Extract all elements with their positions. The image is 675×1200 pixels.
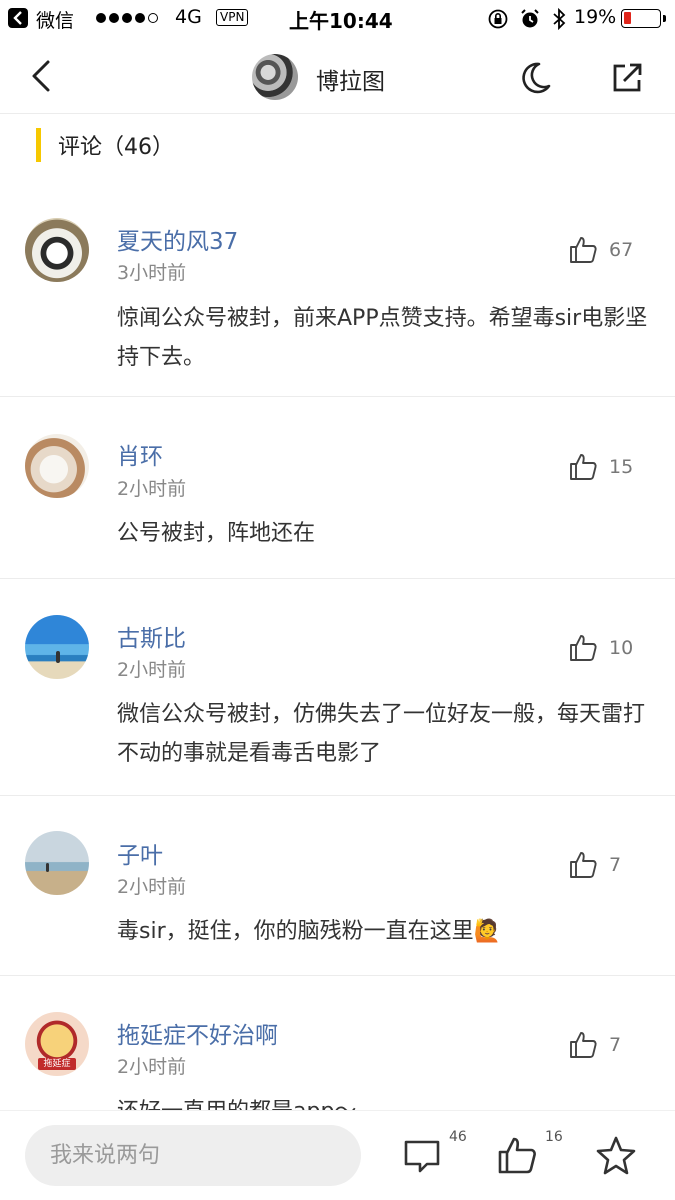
avatar[interactable] xyxy=(25,831,89,895)
comment-time: 2小时前 xyxy=(117,876,187,898)
like-button[interactable]: 7 xyxy=(568,1028,658,1062)
comment-text: 惊闻公众号被封，前来APP点赞支持。希望毒sir电影坚持下去。 xyxy=(117,306,648,370)
status-app-name[interactable]: 微信 xyxy=(36,6,74,33)
comments-section-header: 评论（46） xyxy=(36,128,174,162)
star-icon[interactable] xyxy=(595,1135,637,1177)
comment-username[interactable]: 拖延症不好治啊 xyxy=(117,1016,278,1050)
comment-username[interactable]: 肖环 xyxy=(117,437,163,471)
comments-title: 评论（46） xyxy=(58,135,174,160)
comment-time: 2小时前 xyxy=(117,478,187,500)
comment-username[interactable]: 夏天的风37 xyxy=(117,222,238,256)
comment-item: 子叶 2小时前 7 毒sir，挺住，你的脑残粉一直在这里🙋 xyxy=(0,796,675,976)
comment-item: 肖环 2小时前 15 公号被封，阵地还在 xyxy=(0,397,675,579)
moon-icon[interactable] xyxy=(517,60,553,96)
status-icons xyxy=(487,7,567,31)
like-icon xyxy=(570,1032,597,1058)
avatar[interactable]: 拖延症 xyxy=(25,1012,89,1076)
comment-time: 3小时前 xyxy=(117,262,187,284)
back-icon[interactable] xyxy=(28,58,58,94)
comment-icon[interactable] xyxy=(401,1135,443,1177)
author-avatar[interactable] xyxy=(252,54,298,100)
alarm-icon xyxy=(521,9,539,28)
like-button[interactable]: 15 xyxy=(568,450,658,484)
bluetooth-icon xyxy=(553,7,566,31)
comment-username[interactable]: 子叶 xyxy=(117,836,163,870)
comment-item: 夏天的风37 3小时前 67 惊闻公众号被封，前来APP点赞支持。希望毒sir电… xyxy=(0,195,675,397)
section-accent-bar xyxy=(36,128,41,162)
like-icon[interactable] xyxy=(496,1135,538,1177)
like-icon xyxy=(570,454,597,480)
comment-count-badge: 46 xyxy=(449,1129,467,1145)
battery-cap xyxy=(663,15,666,22)
like-count: 15 xyxy=(609,456,634,478)
like-count: 7 xyxy=(609,1034,622,1056)
like-button[interactable]: 10 xyxy=(568,631,658,665)
lock-rotation-icon xyxy=(488,9,508,29)
comment-username[interactable]: 古斯比 xyxy=(117,619,186,653)
comment-item: 古斯比 2小时前 10 微信公众号被封，仿佛失去了一位好友一般，每天雷打不动的事… xyxy=(0,579,675,796)
like-icon xyxy=(570,237,597,263)
like-icon xyxy=(570,635,597,661)
battery-percent: 19% xyxy=(574,6,617,28)
signal-strength-icon xyxy=(96,13,158,23)
avatar[interactable] xyxy=(25,218,89,282)
avatar-label: 拖延症 xyxy=(38,1058,76,1070)
back-to-app-icon[interactable] xyxy=(8,8,28,28)
share-icon[interactable] xyxy=(609,60,645,96)
status-time: 上午10:44 xyxy=(289,9,393,33)
network-type: 4G xyxy=(175,6,202,28)
like-icon xyxy=(570,852,597,878)
comment-input[interactable] xyxy=(50,1125,340,1186)
like-count: 67 xyxy=(609,239,634,261)
comment-text: 微信公众号被封，仿佛失去了一位好友一般，每天雷打不动的事就是看毒舌电影了 xyxy=(117,702,646,766)
like-count: 7 xyxy=(609,854,622,876)
like-button[interactable]: 7 xyxy=(568,848,658,882)
battery-icon xyxy=(621,9,661,28)
nav-header: 博拉图 xyxy=(0,38,675,114)
page-title[interactable]: 博拉图 xyxy=(316,62,385,96)
like-count: 10 xyxy=(609,637,634,659)
like-button[interactable]: 67 xyxy=(568,233,658,267)
bottom-bar: 46 16 xyxy=(0,1110,675,1200)
comment-time: 2小时前 xyxy=(117,1056,187,1078)
comment-text: 公号被封，阵地还在 xyxy=(117,521,316,546)
comment-time: 2小时前 xyxy=(117,659,187,681)
comment-text: 毒sir，挺住，你的脑残粉一直在这里🙋 xyxy=(117,919,502,944)
like-count-badge: 16 xyxy=(545,1129,563,1145)
status-bar: 微信 4G VPN 上午10:44 19% xyxy=(0,0,675,38)
avatar[interactable] xyxy=(25,615,89,679)
comment-input-box[interactable] xyxy=(25,1125,361,1186)
comment-item: 拖延症 拖延症不好治啊 2小时前 7 还好一直用的都是app～ xyxy=(0,976,675,1116)
vpn-badge: VPN xyxy=(216,9,249,26)
avatar[interactable] xyxy=(25,434,89,498)
